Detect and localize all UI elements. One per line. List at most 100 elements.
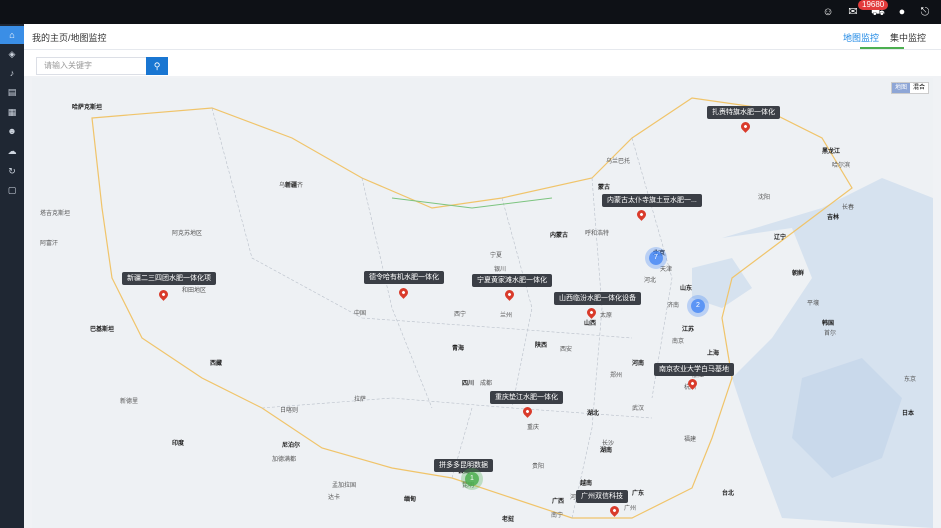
place-label: 四川 — [462, 381, 475, 387]
place-label: 内蒙古 — [550, 233, 569, 239]
place-label: 宁夏 — [490, 253, 503, 259]
place-label: 和田地区 — [182, 288, 207, 294]
search-button[interactable]: ⚲ — [146, 57, 168, 75]
bell-icon[interactable]: ♪ — [0, 64, 24, 82]
place-label: 西藏 — [210, 361, 223, 367]
cloud-icon[interactable]: ☁ — [0, 142, 24, 160]
refresh-icon[interactable]: ↻ — [0, 162, 24, 180]
place-label: 日喀则 — [280, 408, 299, 414]
place-label: 长沙 — [602, 441, 615, 447]
place-label: 武汉 — [632, 406, 645, 412]
place-label: 朝鲜 — [792, 271, 805, 277]
search-bar: 请输入关键字 ⚲ — [24, 50, 941, 76]
tab-map-monitor[interactable]: 地图监控 — [843, 31, 879, 44]
site-label[interactable]: 扎赉特旗水肥一体化 — [707, 106, 780, 119]
site-label[interactable]: 重庆垫江水肥一体化 — [490, 391, 563, 404]
place-label: 河北 — [644, 278, 657, 284]
place-label: 老挝 — [502, 517, 515, 523]
mail-icon[interactable]: ✉ — [847, 6, 859, 18]
place-label: 辽宁 — [774, 235, 787, 241]
place-label: 韩国 — [822, 321, 835, 327]
place-label: 天津 — [660, 267, 673, 273]
map-type-switch[interactable]: 地图 混合 — [890, 82, 929, 94]
site-label[interactable]: 拼多多昆明数据 — [434, 459, 493, 472]
place-label: 陕西 — [535, 343, 548, 349]
place-label: 青海 — [452, 346, 465, 352]
smile-icon[interactable]: ☺ — [822, 6, 834, 18]
place-label: 越南 — [580, 481, 593, 487]
place-label: 银川 — [494, 267, 507, 273]
place-label: 印度 — [172, 441, 185, 447]
site-label[interactable]: 宁夏黄家滩水肥一体化 — [472, 274, 552, 287]
site-label[interactable]: 新疆二三四团水肥一体化项 — [122, 272, 216, 285]
place-label: 加德满都 — [272, 457, 297, 463]
map-view[interactable]: 地图 混合 新疆 乌鲁木齐 阿克苏地区 和田地区 青海 西宁 兰州 西藏 拉萨 … — [32, 78, 933, 528]
place-label: 乌鲁木齐 — [279, 183, 304, 189]
place-label: 广西 — [552, 499, 565, 505]
map-type-hybrid[interactable]: 混合 — [910, 83, 928, 93]
place-label: 沈阳 — [758, 195, 771, 201]
place-label: 江苏 — [682, 327, 695, 333]
top-bar: ☺ ✉ ⛟ 19680 ● ⎋ — [0, 0, 941, 24]
home-icon[interactable]: ⌂ — [0, 26, 24, 44]
site-label[interactable]: 广州双信科技 — [576, 490, 628, 503]
place-label: 黑龙江 — [822, 149, 841, 155]
grid-icon[interactable]: ▦ — [0, 103, 24, 121]
place-label: 兰州 — [500, 313, 513, 319]
place-label: 蒙古 — [598, 185, 611, 191]
place-label: 拉萨 — [354, 397, 367, 403]
site-cluster[interactable]: 1 — [465, 472, 479, 486]
place-label: 新德里 — [120, 399, 139, 405]
place-label: 哈尔滨 — [832, 163, 851, 169]
active-tab-indicator — [860, 47, 904, 49]
place-label: 塔吉克斯坦 — [40, 211, 71, 217]
place-label: 福建 — [684, 437, 697, 443]
document-icon[interactable]: ▢ — [0, 181, 24, 199]
place-label: 南京 — [672, 339, 685, 345]
place-label: 广东 — [632, 491, 645, 497]
place-label: 尼泊尔 — [282, 443, 301, 449]
search-input[interactable]: 请输入关键字 — [36, 57, 146, 75]
place-label: 南宁 — [551, 513, 564, 519]
user-icon[interactable]: ● — [896, 6, 908, 18]
cube-icon[interactable]: ◈ — [0, 45, 24, 63]
place-label: 济南 — [667, 303, 680, 309]
place-label: 上海 — [707, 351, 720, 357]
sea-area — [722, 178, 933, 528]
place-label: 达卡 — [328, 495, 341, 501]
place-label: 吉林 — [827, 215, 840, 221]
place-label: 重庆 — [527, 425, 540, 431]
site-label[interactable]: 德令哈有机水肥一体化 — [364, 271, 444, 284]
map-type-map[interactable]: 地图 — [891, 83, 910, 93]
place-label: 呼和浩特 — [585, 231, 610, 237]
place-label: 巴基斯坦 — [90, 327, 115, 333]
place-label: 郑州 — [610, 373, 623, 379]
sidebar: ⌂ ◈ ♪ ▤ ▦ ☻ ☁ ↻ ▢ — [0, 24, 24, 528]
place-label: 阿克苏地区 — [172, 231, 203, 237]
place-label: 东京 — [904, 377, 917, 383]
logout-icon[interactable]: ⎋ — [919, 6, 931, 18]
place-label: 阿富汗 — [40, 241, 59, 247]
place-label: 河南 — [632, 361, 645, 367]
site-label[interactable]: 山西临汾水肥一体化设备 — [554, 292, 641, 305]
place-label: 长春 — [842, 205, 855, 211]
place-label: 西安 — [560, 347, 573, 353]
place-label: 湖北 — [587, 411, 600, 417]
green-border — [391, 197, 553, 209]
place-label: 中国 — [354, 311, 367, 317]
search-icon: ⚲ — [153, 61, 161, 71]
site-label[interactable]: 南京农业大学白马基地 — [654, 363, 734, 376]
site-cluster[interactable]: 7 — [649, 251, 663, 265]
place-label: 成都 — [480, 381, 493, 387]
site-cluster[interactable]: 2 — [691, 299, 705, 313]
site-label[interactable]: 内蒙古太仆寺旗土豆水肥一... — [602, 194, 702, 207]
user-icon[interactable]: ☻ — [0, 122, 24, 140]
place-label: 哈萨克斯坦 — [72, 105, 103, 111]
place-label: 孟加拉国 — [332, 483, 357, 489]
place-label: 日本 — [902, 411, 915, 417]
clipboard-icon[interactable]: ▤ — [0, 83, 24, 101]
breadcrumb: 我的主页/地图监控 — [32, 33, 107, 43]
place-label: 贵阳 — [532, 464, 545, 470]
page-header: 我的主页/地图监控 地图监控 集中监控 — [24, 24, 941, 50]
tab-central-monitor[interactable]: 集中监控 — [890, 31, 926, 44]
